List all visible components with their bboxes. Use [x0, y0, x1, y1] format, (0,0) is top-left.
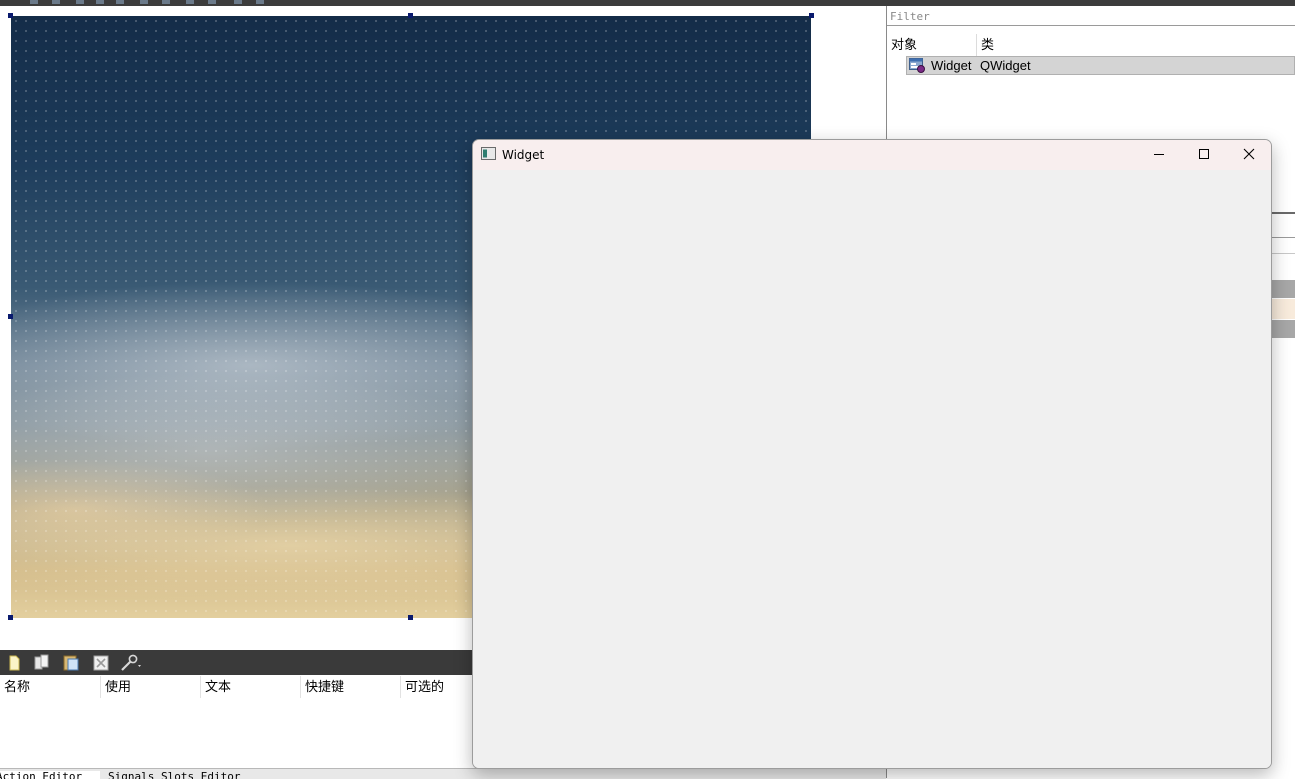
- toolbar-icon[interactable]: [186, 0, 194, 4]
- close-icon[interactable]: [1226, 140, 1270, 170]
- toolbar-icon[interactable]: [140, 0, 148, 4]
- maximize-icon[interactable]: [1182, 140, 1226, 170]
- new-action-icon[interactable]: [5, 654, 23, 671]
- object-class: QWidget: [980, 58, 1031, 73]
- selection-handle[interactable]: [8, 13, 13, 18]
- object-name: Widget: [931, 58, 972, 73]
- toolbar-icon[interactable]: [256, 0, 264, 4]
- window-title: Widget: [502, 148, 545, 162]
- toolbar-icon[interactable]: [162, 0, 170, 4]
- column-header-name[interactable]: 名称: [0, 676, 100, 698]
- toolbar-icon[interactable]: [208, 0, 216, 4]
- minimize-icon[interactable]: [1137, 140, 1181, 170]
- window-client-area[interactable]: [473, 170, 1271, 768]
- property-row[interactable]: [1272, 299, 1295, 319]
- property-group-row[interactable]: [1272, 280, 1295, 298]
- selection-handle[interactable]: [8, 314, 13, 319]
- property-editor-divider: [1272, 212, 1295, 214]
- toolbar-icon[interactable]: [76, 0, 84, 4]
- toolbar-icon[interactable]: [116, 0, 124, 4]
- toolbar-icon[interactable]: [52, 0, 60, 4]
- paste-icon[interactable]: [62, 654, 80, 671]
- widget-preview-window[interactable]: Widget: [472, 139, 1272, 769]
- copy-icon[interactable]: [33, 654, 51, 671]
- selection-handle[interactable]: [408, 615, 413, 620]
- selection-handle[interactable]: [809, 13, 814, 18]
- column-header-shortcut[interactable]: 快捷键: [300, 676, 400, 698]
- column-header-text[interactable]: 文本: [200, 676, 300, 698]
- window-app-icon: [481, 147, 496, 160]
- window-titlebar[interactable]: Widget: [473, 140, 1271, 170]
- column-header-class[interactable]: 类: [978, 34, 1295, 56]
- column-header-object[interactable]: 对象: [887, 34, 977, 56]
- property-group-row[interactable]: [1272, 320, 1295, 338]
- selection-handle[interactable]: [408, 13, 413, 18]
- toolbar-icon[interactable]: [96, 0, 104, 4]
- configure-icon[interactable]: [120, 654, 144, 671]
- property-filter-input[interactable]: [1272, 237, 1295, 254]
- delete-icon[interactable]: [92, 654, 110, 671]
- selection-handle[interactable]: [8, 615, 13, 620]
- toolbar-icon[interactable]: [234, 0, 242, 4]
- column-header-used[interactable]: 使用: [100, 676, 200, 698]
- bottom-tab-bar: Action Editor Signals Slots Editor: [0, 768, 886, 779]
- toolbar-icon[interactable]: [30, 0, 38, 4]
- widget-object-icon: [909, 58, 925, 73]
- filter-input[interactable]: [887, 8, 1295, 26]
